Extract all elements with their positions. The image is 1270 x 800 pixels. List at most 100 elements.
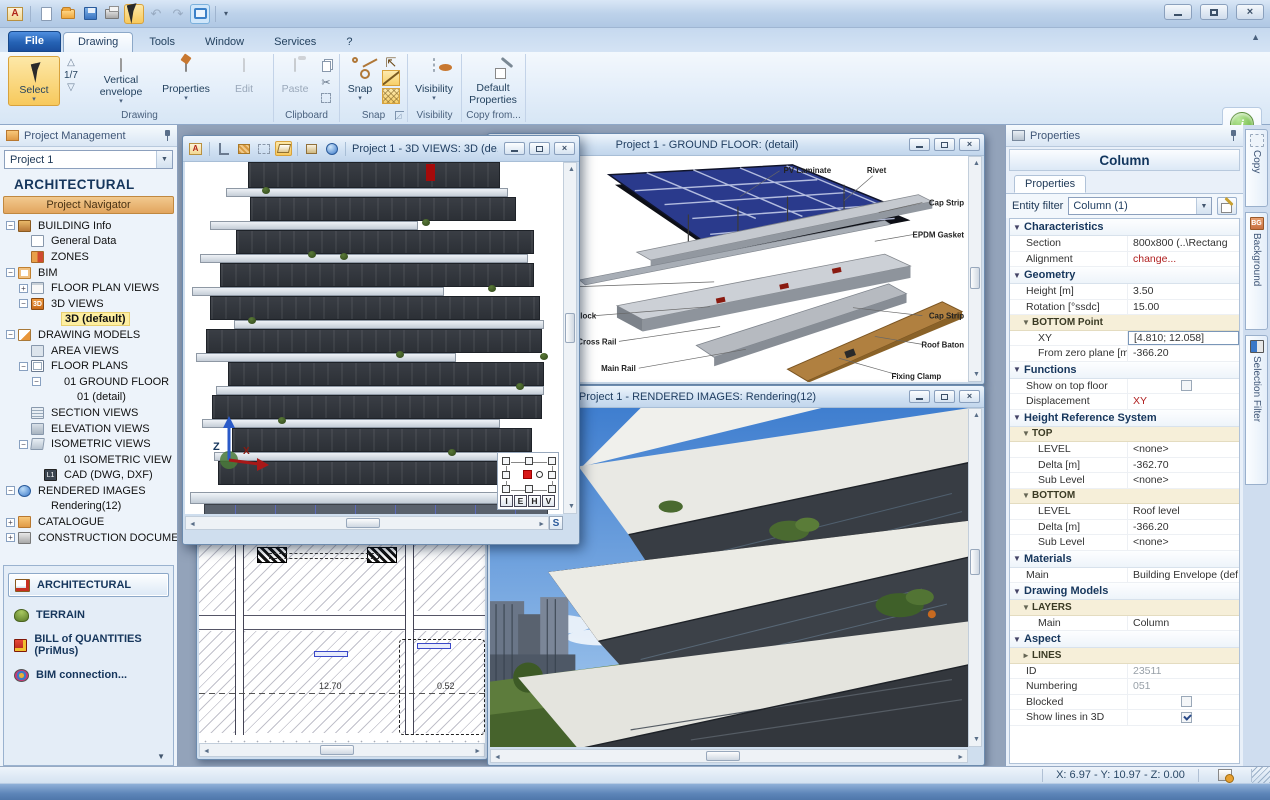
collapse-icon[interactable]: ▼ — [1020, 491, 1032, 500]
render-sphere-icon[interactable] — [323, 141, 340, 156]
view3d-vscrollbar[interactable]: ▲▼ — [563, 162, 577, 514]
property-value[interactable]: -366.20 — [1128, 520, 1239, 535]
ribbon-tab--[interactable]: ? — [332, 33, 366, 52]
view-mode-button-v[interactable]: V — [542, 495, 555, 507]
entity-filter-select[interactable]: Column (1) ▼ — [1068, 197, 1212, 215]
property-value[interactable]: <none> — [1128, 442, 1239, 457]
nav-button-terrain[interactable]: TERRAIN — [8, 603, 169, 627]
orbit-view-button[interactable] — [536, 471, 543, 478]
property-group-drawing-models[interactable]: ▼Drawing Models — [1010, 583, 1239, 600]
checkbox-checked[interactable] — [1181, 712, 1192, 723]
tree-item-bim[interactable]: −BIM — [4, 265, 177, 281]
property-value[interactable]: change... — [1128, 252, 1239, 267]
side-tab-background[interactable]: BGBackground — [1245, 212, 1268, 330]
property-group-materials[interactable]: ▼Materials — [1010, 551, 1239, 568]
tree-item-01-ground-floor[interactable]: −01 GROUND FLOOR — [4, 374, 177, 390]
floorplan-canvas[interactable]: 12.70 0.52 — [199, 523, 485, 743]
pin-icon[interactable] — [164, 130, 171, 141]
property-value[interactable]: 3.50 — [1128, 284, 1239, 299]
properties-button[interactable]: Properties▾ — [158, 56, 214, 106]
property-value[interactable]: [4.810; 12.058] — [1128, 331, 1239, 346]
property-value[interactable] — [1128, 695, 1239, 710]
open-folder-icon[interactable] — [58, 4, 78, 24]
redo-icon[interactable]: ↷ — [168, 4, 188, 24]
tree-expander-icon[interactable]: − — [6, 268, 15, 277]
view-mode-button-i[interactable]: I — [500, 495, 513, 507]
view-direction-button[interactable] — [548, 485, 556, 493]
view3d-window[interactable]: A Project 1 - 3D VIEWS: 3D (de... × — [182, 135, 580, 545]
detail-close-button[interactable]: × — [959, 138, 980, 151]
ribbon-tab-tools[interactable]: Tools — [135, 33, 189, 52]
save-icon[interactable] — [80, 4, 100, 24]
edit-button[interactable]: Edit — [220, 56, 268, 106]
view-direction-button[interactable] — [525, 457, 533, 465]
ribbon-collapse-icon[interactable]: ▲ — [1251, 32, 1260, 42]
tree-item-01-isometric-view[interactable]: −01 ISOMETRIC VIEW — [4, 452, 177, 468]
tree-item-cad-dwg-dxf-[interactable]: −L1CAD (DWG, DXF) — [4, 468, 177, 484]
property-value[interactable]: 23511 — [1128, 664, 1239, 679]
envelope-tool-icon[interactable] — [275, 141, 292, 156]
floorplan-hscrollbar[interactable]: ◄► — [199, 743, 485, 757]
checkbox-unchecked[interactable] — [1181, 380, 1192, 391]
render-vscrollbar[interactable]: ▲▼ — [968, 408, 982, 747]
collapse-icon[interactable]: ▼ — [1010, 587, 1024, 596]
snap-button[interactable]: Snap▾ — [342, 56, 378, 106]
render-maximize-button[interactable] — [934, 390, 955, 403]
view-direction-button[interactable] — [502, 485, 510, 493]
detail-maximize-button[interactable] — [934, 138, 955, 151]
tree-expander-icon[interactable]: − — [6, 221, 15, 230]
view3d-hscrollbar[interactable]: ◄► — [185, 516, 549, 530]
property-value[interactable] — [1128, 710, 1239, 725]
visibility-button[interactable]: Visibility▾ — [410, 56, 458, 106]
resize-grip[interactable] — [1252, 767, 1270, 783]
floorplan-window[interactable]: 12.70 0.52 ◄► — [196, 520, 488, 760]
tree-item-rendering-12-[interactable]: −Rendering(12) — [4, 499, 177, 515]
property-group-geometry[interactable]: ▼Geometry — [1010, 267, 1239, 284]
property-value[interactable]: 800x800 (..\Rectang — [1128, 236, 1239, 251]
tree-item-construction-documents-s[interactable]: +CONSTRUCTION DOCUMENTS S — [4, 530, 177, 546]
texture-icon[interactable] — [235, 141, 252, 156]
tree-item-zones[interactable]: −ZONES — [4, 249, 177, 265]
refresh-view-icon[interactable] — [190, 4, 210, 24]
collapse-icon[interactable]: ▼ — [1010, 271, 1024, 280]
snap-angle-icon[interactable]: ⇱ — [386, 56, 397, 69]
ribbon-tab-window[interactable]: Window — [191, 33, 258, 52]
view-direction-button[interactable] — [548, 457, 556, 465]
property-value[interactable]: 051 — [1128, 679, 1239, 694]
cut-icon[interactable]: ✂ — [318, 75, 334, 89]
collapse-icon[interactable]: ▼ — [1010, 413, 1024, 422]
collapse-icon[interactable]: ► — [1020, 651, 1032, 660]
render-minimize-button[interactable] — [909, 390, 930, 403]
maximize-button[interactable] — [1200, 4, 1228, 20]
tree-item-elevation-views[interactable]: −ELEVATION VIEWS — [4, 421, 177, 437]
tree-item-01-detail-[interactable]: −01 (detail) — [4, 390, 177, 406]
default-properties-button[interactable]: Default Properties — [464, 56, 522, 106]
floor-pager[interactable]: △ 1/7 ▽ — [64, 58, 78, 93]
snap-line-toggle[interactable] — [382, 70, 400, 86]
view-direction-button[interactable] — [502, 457, 510, 465]
tree-item-drawing-models[interactable]: −DRAWING MODELS — [4, 327, 177, 343]
collapse-icon[interactable]: ▼ — [1020, 429, 1032, 438]
side-tab-selection-filter[interactable]: Selection Filter — [1245, 335, 1268, 485]
property-value[interactable]: -366.20 — [1128, 346, 1239, 361]
solid-box-icon[interactable] — [303, 141, 320, 156]
chevron-down-icon[interactable]: ▼ — [156, 151, 172, 168]
view-mode-button-h[interactable]: H — [528, 495, 541, 507]
tree-expander-icon[interactable]: − — [19, 299, 28, 308]
select-button[interactable]: Select▾ — [8, 56, 60, 106]
snap-dialog-launcher-icon[interactable]: ◿ — [395, 111, 404, 120]
tree-item-section-views[interactable]: −SECTION VIEWS — [4, 405, 177, 421]
collapse-icon[interactable]: ▼ — [1010, 554, 1024, 563]
collapse-icon[interactable]: ▼ — [1010, 223, 1024, 232]
export-status-icon[interactable] — [1218, 769, 1232, 781]
collapse-icon[interactable]: ▼ — [1020, 318, 1032, 327]
property-subgroup-bottom-point[interactable]: ▼BOTTOM Point — [1010, 315, 1239, 331]
edit-filter-icon[interactable] — [1217, 197, 1237, 215]
tree-expander-icon[interactable]: + — [6, 518, 15, 527]
property-value[interactable]: -362.70 — [1128, 458, 1239, 473]
render-close-button[interactable]: × — [959, 390, 980, 403]
tree-expander-icon[interactable]: − — [32, 377, 41, 386]
tree-expander-icon[interactable]: − — [19, 440, 28, 449]
property-value[interactable]: <none> — [1128, 473, 1239, 488]
property-group-aspect[interactable]: ▼Aspect — [1010, 631, 1239, 648]
